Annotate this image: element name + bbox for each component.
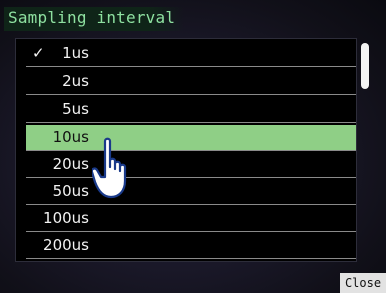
list-item-20us[interactable]: 20us [26,152,356,178]
list-item-label: 50us [52,182,89,200]
list-item-10us[interactable]: 10us [26,125,356,151]
list-item-label: 2us [62,72,89,90]
list-scrollbar-thumb[interactable] [361,43,369,89]
hand-pointer-icon [92,137,127,199]
close-button[interactable]: Close [340,273,386,293]
list-item-label: 1us [62,44,89,62]
list-item-label: 20us [52,155,89,173]
list-item-200us[interactable]: 200us [26,233,356,259]
title-bar: Sampling interval [4,7,184,31]
list-item-label: 10us [52,128,89,146]
list-item-label: 200us [43,236,89,254]
dialog-title: Sampling interval [8,8,176,27]
list-item-50us[interactable]: 50us [26,179,356,205]
list-item-label: 5us [62,100,89,118]
list-item-1us[interactable]: ✓ 1us [26,41,356,67]
list-item-5us[interactable]: 5us [26,97,356,123]
list-item-100us[interactable]: 100us [26,206,356,232]
list-item-2us[interactable]: 2us [26,69,356,95]
sampling-interval-dialog: Sampling interval ✓ 1us 2us 5us 10us 20u… [0,0,386,293]
list-item-label: 100us [43,209,89,227]
interval-list[interactable]: ✓ 1us 2us 5us 10us 20us 50us 100us 200us [15,38,357,262]
